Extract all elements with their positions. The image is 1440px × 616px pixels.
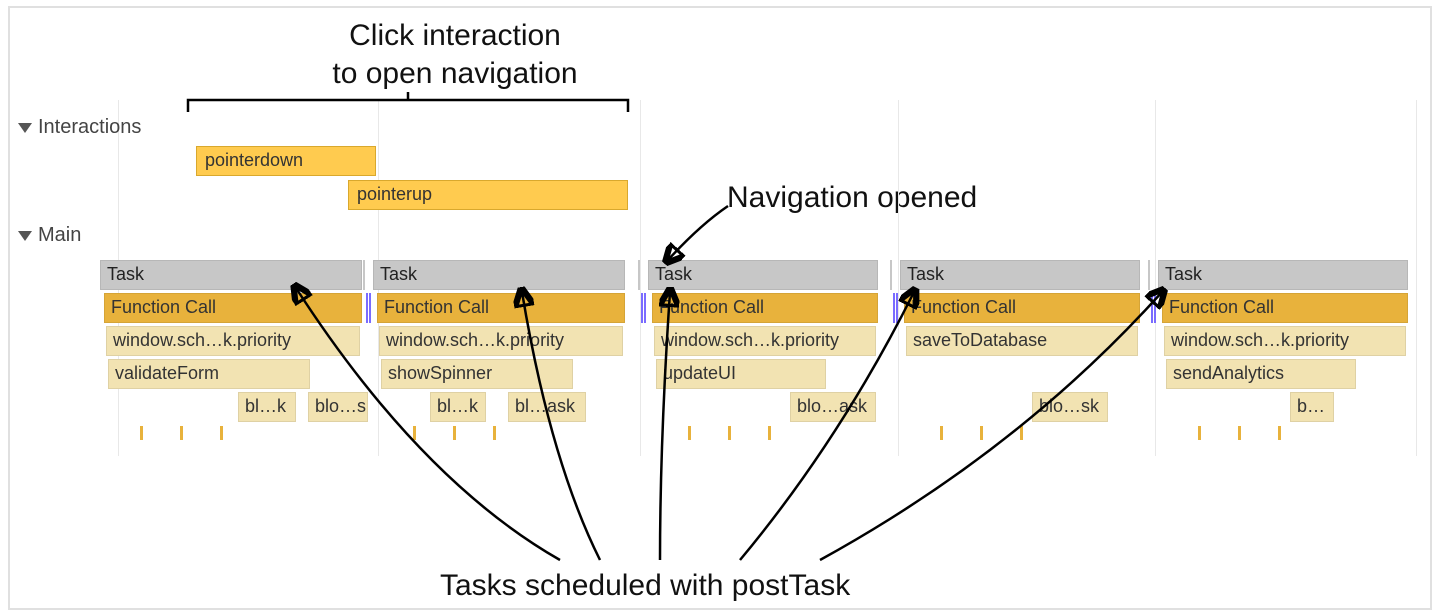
flame-sliver — [180, 426, 183, 440]
flame-sliver — [893, 293, 895, 323]
flame-task[interactable]: Task — [373, 260, 625, 290]
flame-sliver — [768, 426, 771, 440]
flame-sliver — [644, 293, 646, 323]
flame-sliver — [688, 426, 691, 440]
flame-sliver — [220, 426, 223, 440]
timeline-gridline — [640, 100, 641, 456]
track-label-interactions[interactable]: Interactions — [18, 116, 141, 139]
flame-function-call[interactable]: Function Call — [104, 293, 362, 323]
flame-scheduler-priority[interactable]: window.sch…k.priority — [379, 326, 623, 356]
flame-sliver — [369, 293, 371, 323]
flame-blocking-task[interactable]: bl…k — [238, 392, 296, 422]
track-label-interactions-text: Interactions — [38, 116, 141, 139]
flame-sliver — [363, 260, 365, 290]
chevron-down-icon — [18, 123, 32, 133]
flame-sliver — [728, 426, 731, 440]
flame-task[interactable]: Task — [900, 260, 1140, 290]
timeline-gridline — [898, 100, 899, 456]
flame-task[interactable]: Task — [1158, 260, 1408, 290]
flame-sliver — [366, 293, 368, 323]
flame-sliver — [1020, 426, 1023, 440]
flame-function-call[interactable]: Function Call — [1162, 293, 1408, 323]
flame-sliver — [1238, 426, 1241, 440]
flame-sliver — [638, 260, 640, 290]
flame-task[interactable]: Task — [648, 260, 878, 290]
interaction-pointerdown[interactable]: pointerdown — [196, 146, 376, 176]
track-label-main[interactable]: Main — [18, 224, 81, 247]
flame-sliver — [980, 426, 983, 440]
flame-blocking-task[interactable]: bl…k — [430, 392, 486, 422]
flame-sliver — [641, 293, 643, 323]
timeline-gridline — [1155, 100, 1156, 456]
flame-blocking-task[interactable]: blo…sk — [1032, 392, 1108, 422]
flame-task[interactable]: Task — [100, 260, 362, 290]
track-label-main-text: Main — [38, 224, 81, 247]
annotation-tasks-posttask: Tasks scheduled with postTask — [440, 568, 850, 604]
flame-user-function[interactable]: updateUI — [656, 359, 826, 389]
annotation-navigation-opened: Navigation opened — [727, 180, 977, 216]
flame-blocking-task[interactable]: bl…ask — [508, 392, 586, 422]
flame-sliver — [1154, 293, 1156, 323]
flame-sliver — [1278, 426, 1281, 440]
flame-sliver — [453, 426, 456, 440]
flame-scheduler-priority[interactable]: window.sch…k.priority — [654, 326, 876, 356]
flame-sliver — [493, 426, 496, 440]
annotation-click-interaction-line1: Click interaction — [275, 18, 635, 54]
flame-sliver — [413, 426, 416, 440]
flame-function-call[interactable]: Function Call — [377, 293, 625, 323]
flame-scheduler-priority[interactable]: saveToDatabase — [906, 326, 1138, 356]
flame-scheduler-priority[interactable]: window.sch…k.priority — [106, 326, 360, 356]
chevron-down-icon — [18, 231, 32, 241]
flame-sliver — [1198, 426, 1201, 440]
flame-sliver — [940, 426, 943, 440]
flame-user-function[interactable]: sendAnalytics — [1166, 359, 1356, 389]
flame-sliver — [890, 260, 892, 290]
flame-sliver — [896, 293, 898, 323]
timeline-gridline — [1416, 100, 1417, 456]
flame-blocking-task[interactable]: b… — [1290, 392, 1334, 422]
flame-function-call[interactable]: Function Call — [652, 293, 878, 323]
flame-scheduler-priority[interactable]: window.sch…k.priority — [1164, 326, 1406, 356]
flame-sliver — [140, 426, 143, 440]
annotation-click-interaction-line2: to open navigation — [275, 56, 635, 92]
flame-sliver — [1151, 293, 1153, 323]
flame-user-function[interactable]: validateForm — [108, 359, 310, 389]
flame-sliver — [1148, 260, 1150, 290]
flame-blocking-task[interactable]: blo…ask — [790, 392, 876, 422]
flame-function-call[interactable]: Function Call — [904, 293, 1140, 323]
flame-user-function[interactable]: showSpinner — [381, 359, 573, 389]
flame-blocking-task[interactable]: blo…sk — [308, 392, 368, 422]
interaction-pointerup[interactable]: pointerup — [348, 180, 628, 210]
